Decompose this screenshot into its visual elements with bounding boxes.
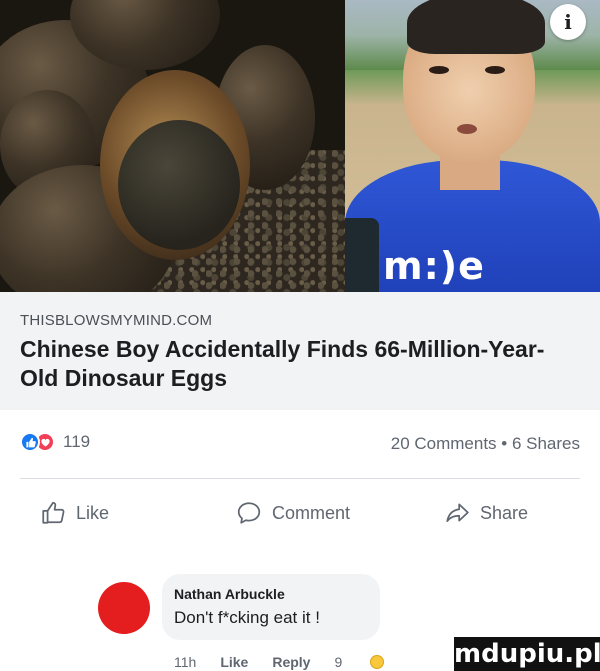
share-arrow-icon [446,503,469,522]
comment-label: Comment [272,502,351,523]
comment-reaction-count: 9 [334,654,343,670]
link-preview-text[interactable]: THISBLOWSMYMIND.COM Chinese Boy Accident… [0,292,600,410]
comment-bubble-icon [237,502,261,524]
boy-mouth [457,124,477,134]
comment-like-button[interactable]: Like [220,654,248,670]
boy-eye [429,66,449,74]
laughing-emoji-icon [370,655,385,669]
like-button[interactable]: Like [40,500,109,526]
comment-author[interactable]: Nathan Arbuckle [174,586,368,602]
post-stats: 119 20 Comments • 6 Shares [0,430,600,464]
link-preview-image[interactable]: m:)e i [0,0,600,292]
comments-shares-count[interactable]: 20 Comments • 6 Shares [391,434,580,454]
comment-button[interactable]: Comment [236,500,350,526]
info-icon[interactable]: i [550,4,586,40]
thumbs-up-icon [42,501,65,524]
divider [20,478,580,479]
comment-text: Don't f*cking eat it ! [174,608,320,627]
dinosaur-eggs-photo [0,0,345,292]
comment-reactions[interactable]: 9 [334,654,408,670]
share-label: Share [480,502,529,523]
boy-eye [485,66,505,74]
microphone [345,218,379,292]
post-actions: Like Comment Share [0,492,600,536]
reaction-count: 119 [63,432,91,451]
egg-interior [118,120,240,250]
link-domain: THISBLOWSMYMIND.COM [20,312,213,329]
boy-interview-photo: m:)e i [345,0,600,292]
comment-meta: 11h Like Reply 9 [174,654,408,670]
comment-time[interactable]: 11h [174,654,196,670]
comment-bubble[interactable]: Nathan Arbuckle Don't f*cking eat it ! [162,574,380,640]
avatar[interactable] [98,582,150,634]
boy-hair [407,0,545,54]
link-title[interactable]: Chinese Boy Accidentally Finds 66-Millio… [20,335,580,393]
site-watermark: mdupiu.pl [454,637,600,671]
video-caption-mark: m:)e [383,244,485,288]
like-label: Like [76,502,110,523]
like-reaction-icon [20,432,40,452]
comment-reply-button[interactable]: Reply [272,654,310,670]
reactions-summary[interactable]: 119 [20,432,90,452]
share-button[interactable]: Share [444,500,528,526]
